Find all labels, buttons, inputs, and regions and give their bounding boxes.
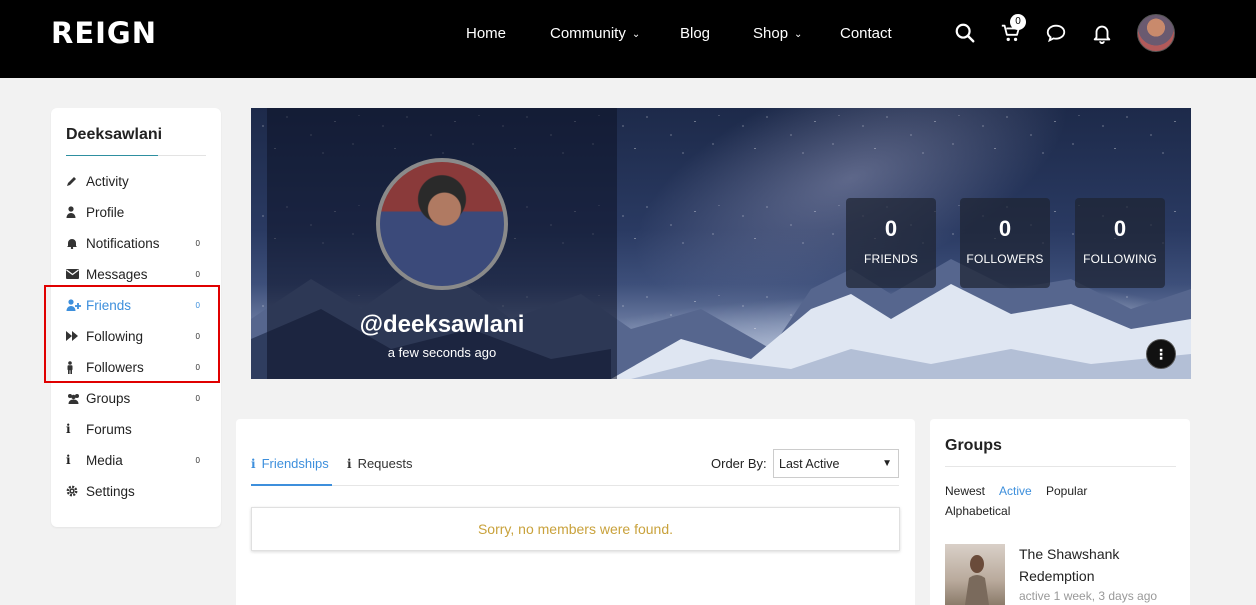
group-filter-active[interactable]: Active — [999, 484, 1032, 498]
highlight-annotation — [44, 285, 220, 383]
empty-members-notice: Sorry, no members were found. — [251, 507, 900, 551]
sidebar-item-notifications[interactable]: Notifications 0 — [66, 233, 206, 253]
site-logo[interactable]: REIGN — [51, 16, 157, 50]
stat-followers[interactable]: 0 FOLLOWERS — [960, 198, 1050, 288]
sidebar-item-messages[interactable]: Messages 0 — [66, 264, 206, 284]
group-name-link[interactable]: The Shawshank Redemption — [1019, 543, 1169, 587]
group-filter-alphabetical[interactable]: Alphabetical — [945, 504, 1010, 518]
stat-value: 0 — [884, 216, 898, 241]
avatar[interactable] — [1137, 14, 1175, 52]
bell-icon[interactable] — [1091, 22, 1113, 44]
chevron-down-icon: ⌄ — [631, 28, 641, 40]
sidebar-item-label: Messages — [86, 266, 148, 282]
info-icon: i — [66, 422, 71, 436]
sidebar-item-label: Activity — [86, 173, 129, 189]
sidebar-item-profile[interactable]: Profile — [66, 202, 206, 222]
group-filter-newest[interactable]: Newest — [945, 484, 985, 498]
stat-label: FOLLOWERS — [966, 252, 1044, 266]
sidebar-item-count: 0 — [195, 269, 200, 279]
sidebar-item-label: Media — [86, 452, 123, 468]
pencil-icon — [66, 175, 82, 187]
search-icon[interactable] — [954, 22, 976, 44]
stat-value: 0 — [1113, 216, 1127, 241]
chat-icon[interactable] — [1045, 22, 1067, 44]
profile-handle: @deeksawlani — [359, 311, 525, 338]
nav-home-label: Home — [466, 24, 507, 42]
top-header: REIGN Home Community ⌄ Blog Shop ⌄ Conta… — [0, 0, 1256, 78]
order-by-label: Order By: — [711, 456, 767, 471]
order-by-select[interactable]: Last Active ▼ — [773, 449, 899, 478]
stat-value: 0 — [998, 216, 1012, 241]
cart-count-badge: 0 — [1010, 14, 1026, 30]
stat-label: FOLLOWING — [1083, 252, 1157, 266]
active-tab-indicator — [251, 484, 332, 486]
groups-divider — [945, 466, 1176, 467]
profile-last-active: a few seconds ago — [387, 345, 497, 360]
tab-label: Friendships — [261, 456, 329, 471]
group-thumbnail[interactable] — [945, 544, 1005, 605]
group-filter-popular[interactable]: Popular — [1046, 484, 1087, 498]
envelope-icon — [66, 269, 82, 279]
sidebar-item-forums[interactable]: i Forums — [66, 419, 206, 439]
nav-blog[interactable]: Blog — [680, 24, 710, 42]
sidebar-item-label: Notifications — [86, 235, 160, 251]
nav-shop[interactable]: Shop ⌄ — [753, 24, 802, 42]
sidebar-item-count: 0 — [195, 455, 200, 465]
sidebar-item-groups[interactable]: Groups 0 — [66, 388, 206, 408]
bell-icon — [66, 237, 82, 249]
sidebar-item-count: 0 — [195, 393, 200, 403]
nav-community[interactable]: Community ⌄ — [550, 24, 640, 42]
profile-avatar[interactable] — [376, 158, 508, 290]
stat-following[interactable]: 0 FOLLOWING — [1075, 198, 1165, 288]
nav-shop-label: Shop — [753, 24, 789, 42]
sidebar-username: Deeksawlani — [66, 126, 163, 143]
stat-friends[interactable]: 0 FRIENDS — [846, 198, 936, 288]
sidebar-item-label: Forums — [86, 421, 132, 437]
groups-widget-title: Groups — [945, 437, 1002, 454]
tab-friendships[interactable]: i Friendships — [251, 456, 329, 471]
sidebar-item-label: Groups — [86, 390, 131, 406]
info-icon: i — [347, 456, 352, 471]
users-icon — [66, 393, 82, 404]
nav-contact-label: Contact — [840, 24, 892, 42]
gear-icon — [66, 485, 82, 497]
info-icon: i — [251, 456, 256, 471]
info-icon: i — [66, 453, 71, 467]
stat-label: FRIENDS — [863, 252, 919, 266]
order-by-value: Last Active — [779, 457, 840, 471]
user-icon — [66, 206, 82, 218]
sidebar-item-activity[interactable]: Activity — [66, 171, 206, 191]
sidebar-divider — [66, 155, 206, 156]
nav-blog-label: Blog — [680, 24, 711, 42]
sidebar-item-label: Settings — [86, 483, 135, 499]
tab-divider — [251, 485, 899, 486]
chevron-down-icon: ⌄ — [794, 28, 803, 40]
nav-contact[interactable]: Contact — [840, 24, 892, 42]
caret-down-icon: ▼ — [882, 458, 892, 469]
sidebar-item-settings[interactable]: Settings — [66, 481, 206, 501]
tab-label: Requests — [357, 456, 413, 471]
nav-home[interactable]: Home — [466, 24, 506, 42]
group-last-active: active 1 week, 3 days ago — [1019, 589, 1158, 603]
nav-community-label: Community — [550, 24, 626, 42]
sidebar-item-label: Profile — [86, 204, 125, 220]
tab-requests[interactable]: i Requests — [347, 456, 412, 471]
more-options-button[interactable]: ⋮ — [1146, 339, 1176, 369]
sidebar-item-media[interactable]: i Media 0 — [66, 450, 206, 470]
sidebar-item-count: 0 — [195, 238, 200, 248]
